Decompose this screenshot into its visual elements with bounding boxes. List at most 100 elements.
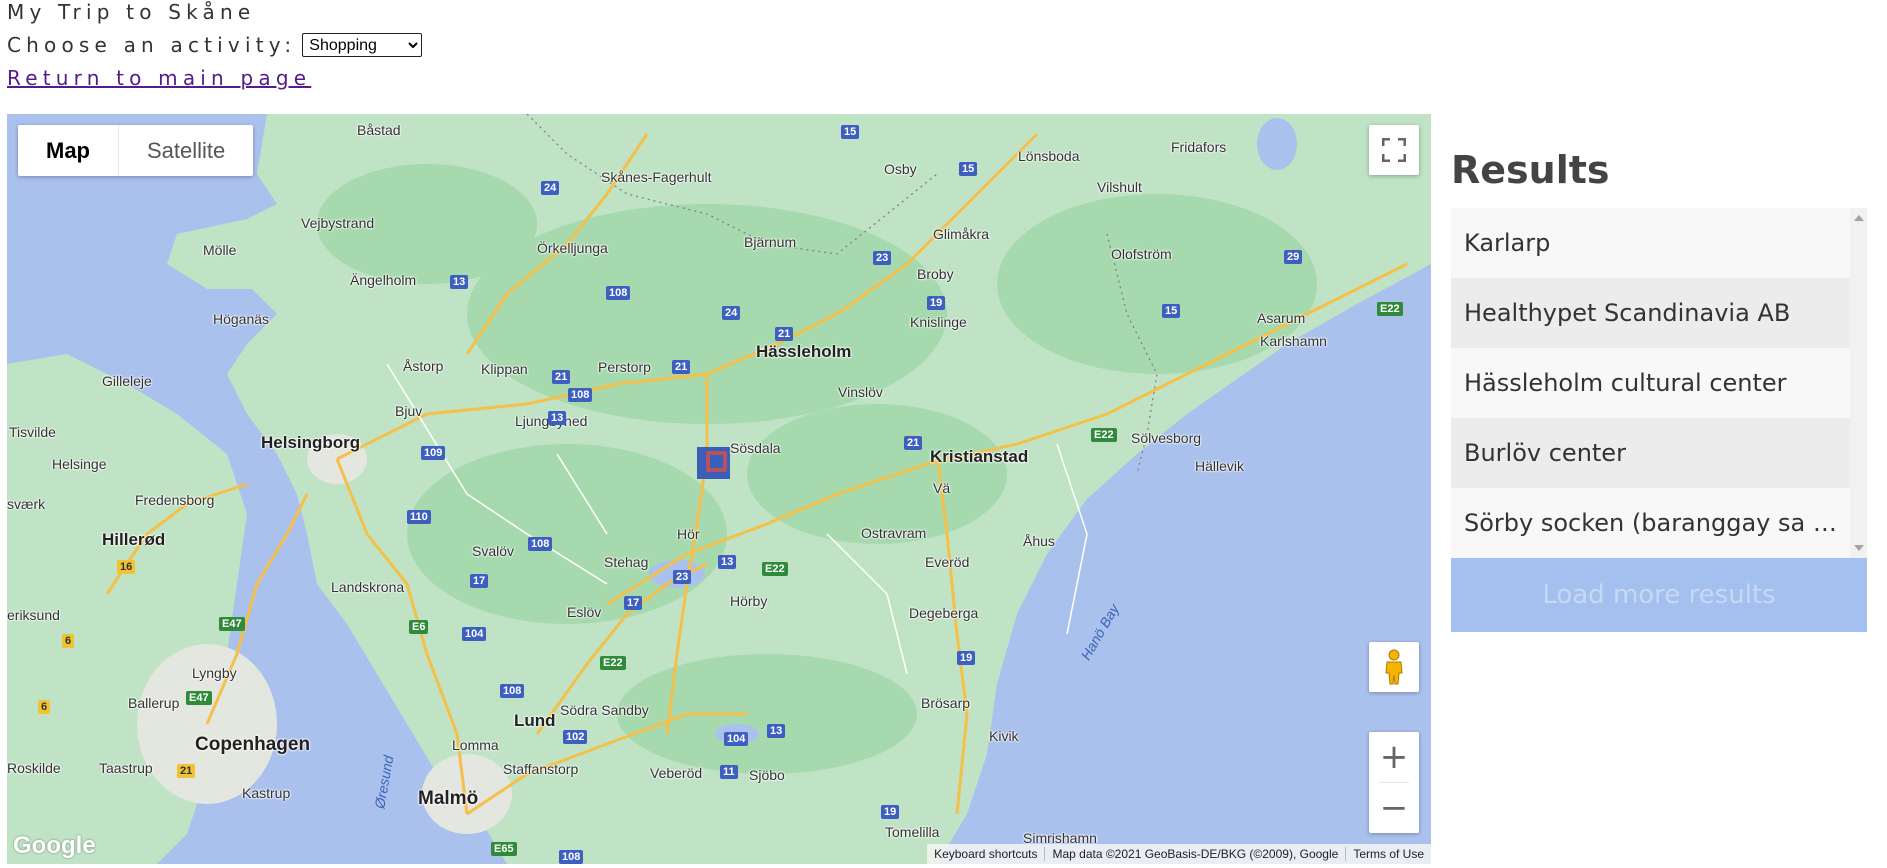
- place-label: Sölvesborg: [1131, 430, 1202, 446]
- map-type-map-button[interactable]: Map: [18, 125, 119, 176]
- activity-chooser: Choose an activity: Shopping: [7, 33, 423, 57]
- return-main-link[interactable]: Return to main page: [7, 66, 311, 90]
- route-shield: E65: [491, 842, 517, 856]
- place-label: Skånes-Fagerhult: [601, 169, 712, 185]
- page-title: My Trip to Skåne: [7, 0, 256, 24]
- route-shield: E22: [1091, 428, 1117, 442]
- result-item[interactable]: Karlarp: [1451, 208, 1851, 278]
- place-label: Lomma: [452, 737, 499, 753]
- place-label: Höganäs: [213, 311, 270, 327]
- place-label: Everöd: [925, 554, 970, 570]
- place-label: Broby: [917, 266, 954, 282]
- load-more-button[interactable]: Load more results: [1451, 558, 1867, 632]
- place-label: Bjärnum: [744, 234, 797, 250]
- place-label: Hällevik: [1195, 458, 1245, 474]
- place-label: Hillerød: [102, 530, 166, 549]
- route-shield: E22: [762, 562, 788, 576]
- zoom-in-button[interactable]: +: [1369, 732, 1419, 782]
- place-label: Gilleleje: [102, 373, 152, 389]
- route-shield: 29: [1284, 250, 1303, 264]
- map-type-satellite-button[interactable]: Satellite: [119, 125, 253, 176]
- place-label: Kivik: [989, 728, 1019, 744]
- route-shield: 108: [528, 537, 553, 551]
- route-shield: 108: [606, 286, 631, 300]
- results-title: Results: [1451, 148, 1610, 192]
- map-attribution: Keyboard shortcuts Map data ©2021 GeoBas…: [927, 844, 1431, 864]
- result-item[interactable]: Healthypet Scandinavia AB: [1451, 278, 1851, 348]
- route-shield: E47: [219, 617, 245, 631]
- route-shield: E22: [600, 656, 626, 670]
- place-label: Mölle: [203, 242, 237, 258]
- result-item[interactable]: Burlöv center: [1451, 418, 1851, 488]
- place-label: Brösarp: [921, 695, 971, 711]
- place-label: Stehag: [604, 554, 649, 570]
- place-label: Ballerup: [128, 695, 180, 711]
- place-label: Fredensborg: [135, 492, 215, 508]
- map[interactable]: Båstad Skånes-Fagerhult Osby Lönsboda Fr…: [7, 114, 1431, 864]
- google-logo: Google: [13, 832, 96, 859]
- results-scrollbar[interactable]: [1850, 208, 1867, 558]
- activity-select[interactable]: Shopping: [302, 33, 423, 57]
- place-label: Asarum: [1257, 310, 1306, 326]
- route-shield: 21: [775, 327, 794, 341]
- place-label: Roskilde: [7, 760, 61, 776]
- route-shield: 104: [724, 732, 749, 746]
- route-shield: 11: [720, 765, 738, 779]
- keyboard-shortcuts-link[interactable]: Keyboard shortcuts: [927, 847, 1044, 861]
- route-shield: E22: [1377, 302, 1403, 316]
- results-list[interactable]: Karlarp Healthypet Scandinavia AB Hässle…: [1451, 208, 1867, 558]
- route-shield: 17: [470, 574, 489, 588]
- route-shield: 108: [559, 850, 584, 864]
- fullscreen-icon: [1382, 138, 1406, 162]
- place-label: Södra Sandby: [560, 702, 649, 718]
- terms-link[interactable]: Terms of Use: [1346, 847, 1431, 861]
- fullscreen-button[interactable]: [1369, 125, 1419, 175]
- place-label: Staffanstorp: [503, 761, 579, 777]
- place-label: Degeberga: [909, 605, 979, 621]
- route-shield: 21: [672, 360, 691, 374]
- place-label: Svalöv: [472, 543, 515, 559]
- route-shield: 17: [624, 596, 643, 610]
- street-view-button[interactable]: [1369, 642, 1419, 692]
- route-shield: 102: [563, 730, 588, 744]
- place-label: Lönsboda: [1018, 148, 1080, 164]
- result-item[interactable]: Sörby socken (baranggay sa Suwesya): [1451, 488, 1851, 558]
- place-label: Vejbystrand: [301, 215, 375, 231]
- map-type-control: Map Satellite: [18, 125, 254, 176]
- place-label: Kristianstad: [930, 447, 1029, 466]
- place-label: Klippan: [481, 361, 528, 377]
- place-label: Knislinge: [910, 314, 967, 330]
- route-shield: 23: [873, 251, 892, 265]
- place-label: Ängelholm: [350, 272, 417, 288]
- place-label: Vinslöv: [838, 384, 883, 400]
- scroll-up-icon[interactable]: [1854, 215, 1864, 221]
- zoom-control: + −: [1369, 732, 1419, 833]
- route-shield: 110: [407, 510, 431, 524]
- place-label: Kastrup: [242, 785, 291, 801]
- place-label: Copenhagen: [195, 734, 311, 755]
- zoom-out-button[interactable]: −: [1369, 783, 1419, 833]
- route-shield: 13: [450, 275, 469, 289]
- place-label: sværk: [7, 496, 46, 512]
- route-shield: 23: [673, 570, 692, 584]
- route-shield: 15: [1162, 304, 1181, 318]
- place-label: Sösdala: [730, 440, 781, 456]
- place-label: Glimåkra: [933, 226, 990, 242]
- place-label: Sjöbo: [749, 767, 785, 783]
- place-label: Lyngby: [192, 665, 237, 681]
- place-label: Bjuv: [395, 403, 423, 419]
- route-shield: 19: [957, 651, 976, 665]
- place-label: Olofström: [1111, 246, 1172, 262]
- place-label: Vä: [933, 480, 951, 496]
- place-label: Tisvilde: [9, 424, 56, 440]
- result-item[interactable]: Hässleholm cultural center: [1451, 348, 1851, 418]
- place-label: Fridafors: [1171, 139, 1227, 155]
- place-label: Perstorp: [598, 359, 651, 375]
- scroll-down-icon[interactable]: [1854, 545, 1864, 551]
- place-label: Hässleholm: [756, 342, 852, 361]
- place-label: Hörby: [730, 593, 768, 609]
- results-panel: Results Karlarp Healthypet Scandinavia A…: [1451, 142, 1867, 632]
- place-label: Åstorp: [403, 358, 444, 374]
- route-shield: 16: [117, 560, 136, 574]
- place-label: Lund: [514, 711, 556, 730]
